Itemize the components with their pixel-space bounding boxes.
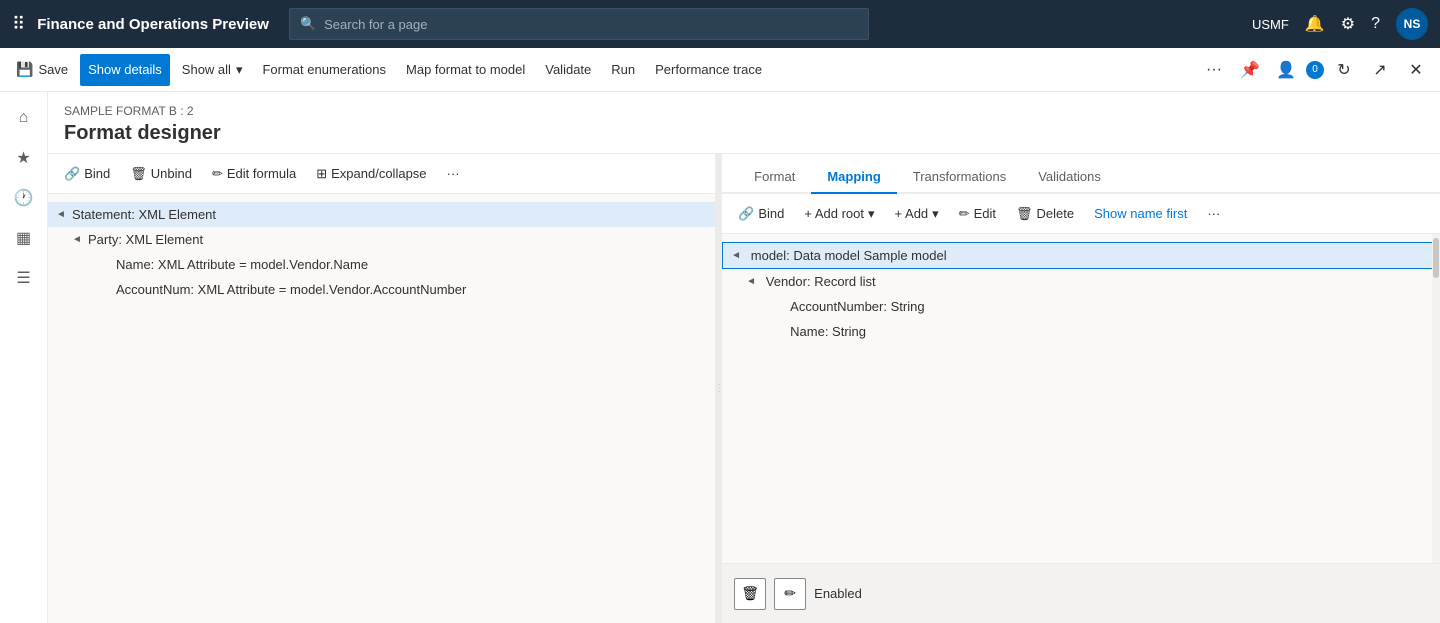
tabs-bar: Format Mapping Transformations Validatio… [722, 154, 1440, 194]
tree-item-name[interactable]: Name: XML Attribute = model.Vendor.Name [48, 252, 715, 277]
tab-format[interactable]: Format [738, 169, 811, 194]
settings-icon[interactable]: ⚙ [1341, 14, 1355, 34]
top-navigation: ⠿ Finance and Operations Preview 🔍 Searc… [0, 0, 1440, 48]
edit-button[interactable]: ✏ Edit [951, 200, 1004, 228]
delete-record-button[interactable]: 🗑 [734, 578, 766, 610]
edit-record-button[interactable]: ✏ [774, 578, 806, 610]
performance-trace-button[interactable]: Performance trace [647, 54, 770, 86]
show-all-button[interactable]: Show all ▾ [174, 54, 251, 86]
collapse-arrow: ◄ [72, 234, 88, 245]
right-panel: Format Mapping Transformations Validatio… [722, 154, 1440, 623]
app-title: Finance and Operations Preview [37, 16, 269, 33]
sidebar-item-table[interactable]: ▦ [6, 220, 42, 256]
show-name-first-button[interactable]: Show name first [1086, 200, 1195, 228]
show-details-button[interactable]: Show details [80, 54, 170, 86]
split-panel: 🔗 Bind 🗑 Unbind ✏ Edit formula ⊞ Expand/… [48, 154, 1440, 623]
tab-validations[interactable]: Validations [1022, 169, 1117, 194]
mapping-item-model[interactable]: ◄ model: Data model Sample model [722, 242, 1440, 269]
save-icon: 💾 [16, 61, 33, 78]
tree-item-party[interactable]: ◄ Party: XML Element [48, 227, 715, 252]
search-bar[interactable]: 🔍 Search for a page [289, 8, 869, 40]
delete-button[interactable]: 🗑 Delete [1008, 200, 1082, 228]
bottom-bar: 🗑 ✏ Enabled [722, 563, 1440, 623]
page-header: SAMPLE FORMAT B : 2 Format designer [48, 92, 1440, 154]
mapping-bind-button[interactable]: 🔗 Bind [730, 200, 792, 228]
open-in-new-icon[interactable]: ↗ [1364, 54, 1396, 86]
command-bar: 💾 Save Show details Show all ▾ Format en… [0, 48, 1440, 92]
mapping-item-vendor[interactable]: ◄ Vendor: Record list [722, 269, 1440, 294]
command-bar-right: ··· 📌 👤 0 ↻ ↗ ✕ [1198, 54, 1432, 86]
expand-icon: ⊞ [316, 166, 327, 182]
add-root-button[interactable]: + Add root ▾ [796, 200, 882, 228]
main-area: ⌂ ★ 🕐 ▦ ☰ SAMPLE FORMAT B : 2 Format des… [0, 92, 1440, 623]
link-icon: 🔗 [64, 166, 80, 182]
top-nav-right: USMF 🔔 ⚙ ? NS [1252, 8, 1428, 40]
tab-transformations[interactable]: Transformations [897, 169, 1022, 194]
search-icon: 🔍 [300, 16, 316, 32]
mapping-tree: ◄ model: Data model Sample model ◄ Vendo… [722, 234, 1440, 563]
run-button[interactable]: Run [603, 54, 643, 86]
tree-item-accountnum[interactable]: AccountNum: XML Attribute = model.Vendor… [48, 277, 715, 302]
chevron-down-icon: ▾ [868, 206, 875, 222]
breadcrumb: SAMPLE FORMAT B : 2 [64, 104, 1424, 118]
trash-icon: 🗑 [130, 166, 147, 182]
save-button[interactable]: 💾 Save [8, 54, 76, 86]
pin-icon[interactable]: 📌 [1234, 54, 1266, 86]
expand-collapse-button[interactable]: ⊞ Expand/collapse [308, 160, 434, 188]
sidebar-item-home[interactable]: ⌂ [6, 100, 42, 136]
map-format-to-model-button[interactable]: Map format to model [398, 54, 533, 86]
validate-button[interactable]: Validate [537, 54, 599, 86]
search-placeholder: Search for a page [324, 17, 427, 32]
scrollbar[interactable] [1432, 234, 1440, 563]
sidebar-item-list[interactable]: ☰ [6, 260, 42, 296]
page-title: Format designer [64, 122, 1424, 145]
notification-badge[interactable]: 0 [1306, 61, 1324, 79]
grid-menu-icon[interactable]: ⠿ [12, 14, 25, 35]
chevron-down-icon: ▾ [236, 62, 243, 78]
unbind-button[interactable]: 🗑 Unbind [122, 160, 200, 188]
scrollbar-thumb [1433, 238, 1439, 278]
chevron-down-icon: ▾ [932, 206, 939, 222]
add-button[interactable]: + Add ▾ [887, 200, 947, 228]
mapping-more-button[interactable]: ··· [1199, 200, 1228, 228]
left-more-button[interactable]: ··· [439, 160, 468, 188]
refresh-icon[interactable]: ↻ [1328, 54, 1360, 86]
help-icon[interactable]: ? [1371, 15, 1380, 33]
edit-formula-button[interactable]: ✏ Edit formula [204, 160, 304, 188]
format-enumerations-button[interactable]: Format enumerations [254, 54, 394, 86]
collapse-arrow: ◄ [56, 209, 72, 220]
left-tree: ◄ Statement: XML Element ◄ Party: XML El… [48, 194, 715, 623]
status-label: Enabled [814, 586, 862, 601]
link-icon: 🔗 [738, 206, 754, 222]
tree-item-statement[interactable]: ◄ Statement: XML Element [48, 202, 715, 227]
bind-button[interactable]: 🔗 Bind [56, 160, 118, 188]
notification-icon[interactable]: 🔔 [1305, 14, 1325, 34]
more-button[interactable]: ··· [1198, 54, 1230, 86]
close-icon[interactable]: ✕ [1400, 54, 1432, 86]
company-label: USMF [1252, 17, 1289, 32]
content-area: SAMPLE FORMAT B : 2 Format designer 🔗 Bi… [48, 92, 1440, 623]
left-panel-toolbar: 🔗 Bind 🗑 Unbind ✏ Edit formula ⊞ Expand/… [48, 154, 715, 194]
trash-icon: 🗑 [1016, 206, 1033, 222]
personalize-icon[interactable]: 👤 [1270, 54, 1302, 86]
pencil-icon: ✏ [959, 206, 970, 222]
avatar[interactable]: NS [1396, 8, 1428, 40]
mapping-item-accountnumber[interactable]: AccountNumber: String [722, 294, 1440, 319]
pencil-icon: ✏ [212, 166, 223, 182]
left-sidebar: ⌂ ★ 🕐 ▦ ☰ [0, 92, 48, 623]
left-panel: 🔗 Bind 🗑 Unbind ✏ Edit formula ⊞ Expand/… [48, 154, 716, 623]
mapping-toolbar: 🔗 Bind + Add root ▾ + Add ▾ ✏ Edit [722, 194, 1440, 234]
tab-mapping[interactable]: Mapping [811, 169, 896, 194]
sidebar-item-favorites[interactable]: ★ [6, 140, 42, 176]
mapping-item-name[interactable]: Name: String [722, 319, 1440, 344]
sidebar-item-recent[interactable]: 🕐 [6, 180, 42, 216]
